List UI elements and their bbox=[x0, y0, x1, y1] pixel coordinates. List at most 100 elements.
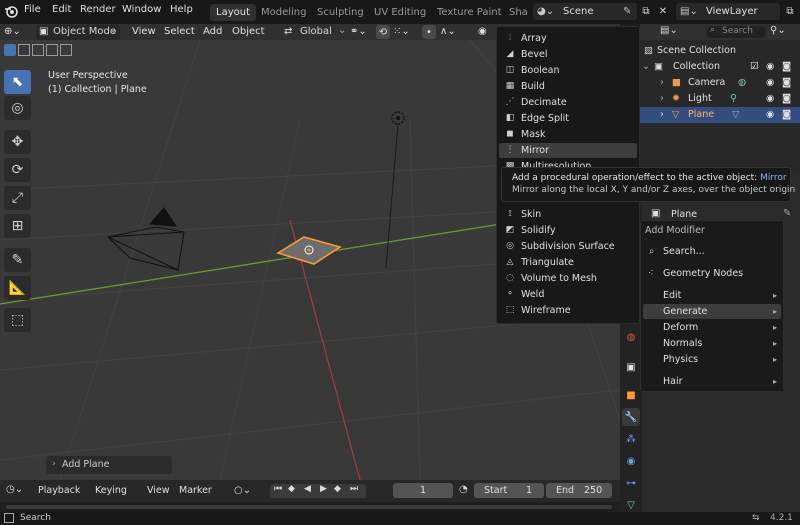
tab-texture-paint[interactable]: Texture Paint bbox=[431, 4, 508, 21]
outliner-row-plane[interactable]: › ▽ Plane ▽ ◉ ◙ bbox=[640, 107, 800, 123]
blender-logo-icon[interactable] bbox=[4, 4, 18, 18]
annotate-tool-icon[interactable]: ✎ bbox=[4, 248, 31, 272]
play-reverse-icon[interactable]: ◀ bbox=[304, 484, 311, 494]
last-operator-panel[interactable]: › Add Plane bbox=[46, 456, 172, 474]
menu-render[interactable]: Render bbox=[80, 4, 116, 15]
chevron-right-icon[interactable]: › bbox=[660, 75, 664, 91]
prev-keyframe-icon[interactable]: ◆ bbox=[288, 484, 295, 494]
menu-view[interactable]: View bbox=[132, 26, 156, 37]
menu-item-geometry-nodes[interactable]: ⁖ Geometry Nodes bbox=[643, 266, 781, 281]
outliner-row-scene-collection[interactable]: ▧ Scene Collection bbox=[640, 43, 800, 59]
menu-item-bevel[interactable]: ◢ Bevel bbox=[499, 47, 637, 62]
tab-shading[interactable]: Sha bbox=[503, 4, 534, 21]
proportional-edit-icon[interactable]: • bbox=[422, 25, 436, 39]
menu-item-volume-to-mesh[interactable]: ◌ Volume to Mesh bbox=[499, 271, 637, 286]
menu-file[interactable]: File bbox=[24, 4, 41, 15]
eye-icon[interactable]: ◉ bbox=[766, 59, 774, 75]
menu-window[interactable]: Window bbox=[122, 4, 161, 15]
eye-icon[interactable]: ◉ bbox=[766, 107, 774, 123]
delete-scene-icon[interactable]: ✕ bbox=[656, 4, 670, 18]
menu-playback[interactable]: Playback bbox=[38, 485, 80, 496]
select-box-tool-icon[interactable]: ⬉ bbox=[4, 70, 31, 94]
menu-item-edge-split[interactable]: ◧ Edge Split bbox=[499, 111, 637, 126]
menu-item-generate[interactable]: Generate ▸ bbox=[643, 304, 781, 319]
particles-tab-icon[interactable]: ⁂ bbox=[624, 432, 638, 446]
menu-item-edit[interactable]: Edit ▸ bbox=[643, 288, 781, 303]
mode-selector[interactable]: ▣ Object Mode ⌄ bbox=[36, 25, 120, 40]
cursor-tool-icon[interactable]: ◎ bbox=[4, 96, 31, 120]
current-frame-field[interactable]: 1 bbox=[393, 483, 453, 498]
visibility-icon[interactable]: ◉ bbox=[478, 26, 487, 37]
menu-item-normals[interactable]: Normals ▸ bbox=[643, 336, 781, 351]
menu-help[interactable]: Help bbox=[170, 4, 193, 15]
new-view-layer-icon[interactable]: ⧉ bbox=[783, 4, 797, 18]
menu-select[interactable]: Select bbox=[164, 26, 195, 37]
menu-item-build[interactable]: ▦ Build bbox=[499, 79, 637, 94]
menu-object[interactable]: Object bbox=[232, 26, 265, 37]
play-icon[interactable]: ▶ bbox=[320, 484, 327, 494]
transform-orientation[interactable]: ⇄ Global ⌄ bbox=[282, 25, 346, 40]
camera-render-icon[interactable]: ◙ bbox=[782, 59, 791, 75]
eye-icon[interactable]: ◉ bbox=[766, 91, 774, 107]
menu-add[interactable]: Add bbox=[203, 26, 222, 37]
data-tab-icon[interactable]: ▽ bbox=[624, 498, 638, 512]
timeline-scrubber[interactable] bbox=[0, 502, 620, 512]
falloff-icon[interactable]: ∧⌄ bbox=[440, 26, 456, 37]
world-tab-icon[interactable]: ◍ bbox=[624, 330, 638, 344]
rotate-tool-icon[interactable]: ⟳ bbox=[4, 158, 31, 182]
menu-view-timeline[interactable]: View bbox=[147, 485, 170, 496]
menu-item-physics[interactable]: Physics ▸ bbox=[643, 352, 781, 367]
select-new-icon[interactable] bbox=[4, 44, 16, 56]
menu-item-decimate[interactable]: ⋰ Decimate bbox=[499, 95, 637, 110]
tab-uv-editing[interactable]: UV Editing bbox=[368, 4, 432, 21]
object-tab-icon[interactable]: ■ bbox=[624, 388, 638, 402]
scene-selector[interactable]: ◕⌄ Scene ✎ bbox=[533, 3, 637, 20]
jump-start-icon[interactable]: ⏮ bbox=[274, 484, 282, 494]
menu-item-boolean[interactable]: ◫ Boolean bbox=[499, 63, 637, 78]
pivot-icon[interactable]: ⚭⌄ bbox=[350, 26, 367, 37]
menu-item-mask[interactable]: ◼ Mask bbox=[499, 127, 637, 142]
move-tool-icon[interactable]: ✥ bbox=[4, 130, 31, 154]
outliner-row-camera[interactable]: › ■ Camera ◍ ◉ ◙ bbox=[640, 75, 800, 91]
tab-layout[interactable]: Layout bbox=[210, 4, 256, 21]
outliner-row-light[interactable]: › ✹ Light ⚲ ◉ ◙ bbox=[640, 91, 800, 107]
next-keyframe-icon[interactable]: ◆ bbox=[334, 484, 341, 494]
select-invert-icon[interactable] bbox=[46, 44, 58, 56]
camera-render-icon[interactable]: ◙ bbox=[782, 91, 791, 107]
menu-item-weld[interactable]: ⚬ Weld bbox=[499, 287, 637, 302]
menu-item-mirror[interactable]: ⋮ Mirror bbox=[499, 143, 637, 158]
snap-target-icon[interactable]: ⁙⌄ bbox=[393, 26, 410, 37]
view-layer-selector[interactable]: ▤⌄ ViewLayer bbox=[676, 3, 780, 20]
menu-item-array[interactable]: ⦙ Array bbox=[499, 31, 637, 46]
new-scene-icon[interactable]: ⧉ bbox=[639, 4, 653, 18]
editor-type-icon[interactable]: ⊕⌄ bbox=[4, 26, 21, 37]
modifier-tab-icon[interactable]: 🔧 bbox=[622, 408, 640, 426]
constraints-tab-icon[interactable]: ⊶ bbox=[624, 476, 638, 490]
outliner-search-input[interactable]: ⌕ Search bbox=[706, 25, 766, 38]
checkbox-icon[interactable]: ☑ bbox=[750, 59, 759, 75]
stopwatch-icon[interactable]: ◔ bbox=[459, 484, 468, 495]
measure-tool-icon[interactable]: 📐 bbox=[4, 276, 31, 300]
filter-icon[interactable]: ⚲⌄ bbox=[770, 25, 786, 36]
menu-edit[interactable]: Edit bbox=[52, 4, 71, 15]
add-cube-tool-icon[interactable]: ⬚ bbox=[4, 308, 31, 332]
scale-tool-icon[interactable]: ⤢ bbox=[4, 186, 31, 210]
display-mode-icon[interactable]: ▤⌄ bbox=[660, 25, 678, 36]
snap-icon[interactable]: ⟲ bbox=[376, 25, 390, 39]
outliner-row-collection[interactable]: ⌄ ▣ Collection ☑ ◉ ◙ bbox=[640, 59, 800, 75]
pin-icon[interactable]: ✎ bbox=[623, 3, 631, 20]
end-frame-field[interactable]: End 250 bbox=[546, 483, 612, 498]
menu-item-skin[interactable]: ⟟ Skin bbox=[499, 207, 637, 222]
menu-item-wireframe[interactable]: ⬚ Wireframe bbox=[499, 303, 637, 318]
add-modifier-search[interactable]: ⌕ Search... bbox=[643, 244, 781, 259]
start-frame-field[interactable]: Start 1 bbox=[474, 483, 544, 498]
chevron-right-icon[interactable]: › bbox=[660, 107, 664, 123]
chevron-right-icon[interactable]: › bbox=[660, 91, 664, 107]
select-extend-icon[interactable] bbox=[18, 44, 30, 56]
jump-end-icon[interactable]: ⏭ bbox=[350, 484, 358, 494]
menu-marker[interactable]: Marker bbox=[179, 485, 212, 496]
camera-render-icon[interactable]: ◙ bbox=[782, 107, 791, 123]
menu-item-triangulate[interactable]: ◬ Triangulate bbox=[499, 255, 637, 270]
record-icon[interactable]: ○⌄ bbox=[234, 485, 251, 496]
select-subtract-icon[interactable] bbox=[32, 44, 44, 56]
